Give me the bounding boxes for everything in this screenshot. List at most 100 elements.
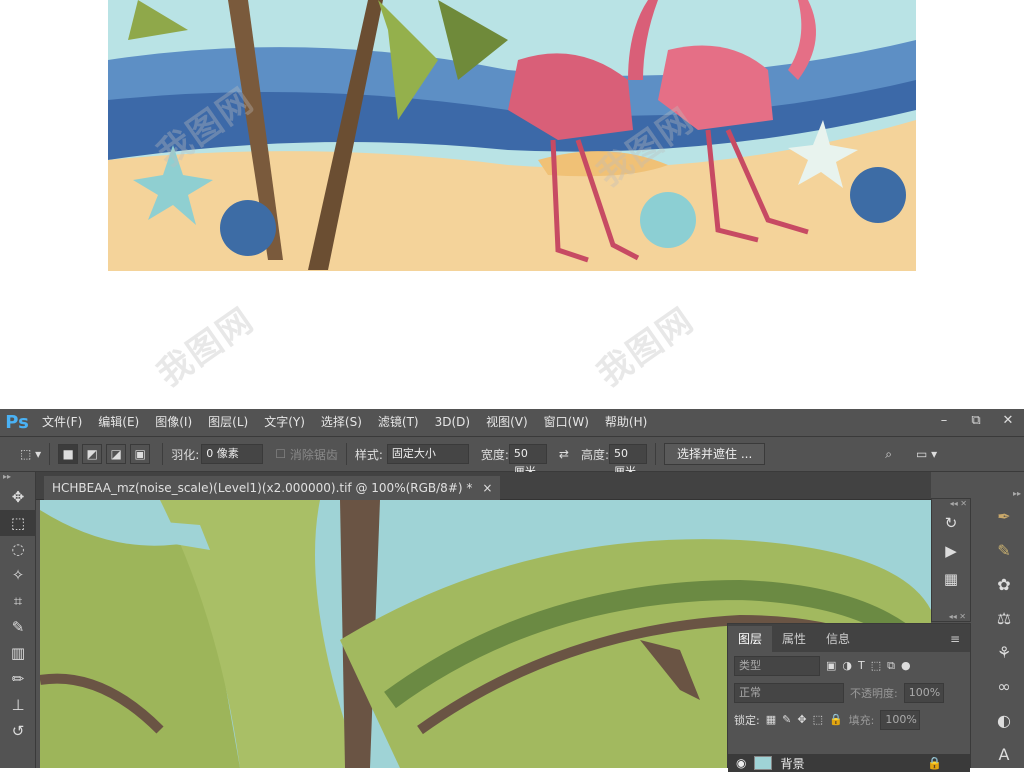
- palette-icon[interactable]: ✿: [984, 567, 1024, 601]
- layer-filter-select[interactable]: 类型: [734, 655, 820, 676]
- filter-shape-icon[interactable]: ⬚: [871, 659, 881, 672]
- height-label: 高度:: [580, 447, 610, 462]
- minimize-button[interactable]: –: [928, 409, 960, 431]
- opacity-label: 不透明度:: [850, 686, 898, 700]
- tab-info[interactable]: 信息: [816, 626, 860, 652]
- filter-pixel-icon[interactable]: ▣: [826, 659, 836, 672]
- fill-label: 填充:: [848, 713, 875, 727]
- lock-position-icon[interactable]: ✥: [797, 713, 806, 726]
- move-icon[interactable]: ✥: [0, 484, 36, 510]
- layers-panel: ◂◂ ✕ 图层 属性 信息 ≡ 类型 ▣ ◑ T ⬚ ⧉ ● 正常 不透明度: …: [727, 612, 971, 772]
- marquee-icon[interactable]: ⬚: [0, 510, 36, 536]
- feather-input[interactable]: 0 像素: [201, 444, 264, 464]
- panel-grip-icon[interactable]: ▸▸: [0, 472, 35, 484]
- menu-filter[interactable]: 滤镜(T): [370, 409, 427, 436]
- panel-menu-icon[interactable]: ≡: [940, 626, 970, 652]
- antialias-label: 消除锯齿: [289, 447, 338, 462]
- lock-transparent-icon[interactable]: ▦: [766, 713, 776, 726]
- adjust-icon[interactable]: ⚖: [984, 601, 1024, 635]
- tab-layers[interactable]: 图层: [728, 626, 773, 652]
- healing-brush-icon[interactable]: ▥: [0, 640, 36, 666]
- add-selection-icon[interactable]: ◩: [82, 444, 103, 464]
- adjust-circle-icon[interactable]: ◐: [984, 703, 1024, 737]
- tab-properties[interactable]: 属性: [772, 626, 816, 652]
- filter-adjust-icon[interactable]: ◑: [842, 659, 852, 672]
- restore-button[interactable]: ⧉: [960, 409, 992, 431]
- blend-mode-select[interactable]: 正常: [734, 682, 844, 703]
- width-label: 宽度:: [480, 447, 509, 462]
- close-window-button[interactable]: ✕: [992, 409, 1024, 431]
- layers-panel-close-icon[interactable]: ◂◂ ✕: [949, 612, 966, 621]
- style-label: 样式:: [354, 447, 383, 462]
- menu-layer[interactable]: 图层(L): [200, 409, 256, 436]
- grid-icon[interactable]: ▦: [932, 565, 970, 593]
- menu-file[interactable]: 文件(F): [34, 409, 90, 436]
- lock-row: 锁定: ▦ ✎ ✥ ⬚ 🔒 填充: 100%: [728, 706, 970, 733]
- menu-3d[interactable]: 3D(D): [427, 409, 478, 436]
- panel-collapse-icon[interactable]: ◂◂ ✕: [932, 499, 970, 509]
- select-and-mask-button[interactable]: 选择并遮住 ...: [664, 443, 766, 465]
- style-select[interactable]: 固定大小: [386, 444, 469, 464]
- menu-type[interactable]: 文字(Y): [256, 409, 313, 436]
- cc-libraries-icon[interactable]: ∞: [984, 669, 1024, 703]
- history-icon[interactable]: ↻: [932, 509, 970, 537]
- lock-paint-icon[interactable]: ✎: [782, 713, 791, 726]
- menu-bar: Ps 文件(F) 编辑(E) 图像(I) 图层(L) 文字(Y) 选择(S) 滤…: [0, 409, 1024, 436]
- filter-toggle-icon[interactable]: ●: [901, 659, 911, 672]
- menu-view[interactable]: 视图(V): [478, 409, 536, 436]
- lasso-icon[interactable]: ◌: [0, 536, 36, 562]
- filter-text-icon[interactable]: T: [858, 659, 865, 672]
- width-input[interactable]: 50 厘米: [508, 444, 547, 478]
- options-bar: ⬚ ▾ ■ ◩ ◪ ▣ 羽化: 0 像素 ☐ 消除锯齿 样式: 固定大小 宽度:…: [0, 436, 1024, 478]
- brush-preset-icon[interactable]: ✒: [984, 499, 1024, 533]
- paint-icon[interactable]: ✎: [984, 533, 1024, 567]
- swap-dimensions-icon[interactable]: ⇄: [559, 447, 569, 461]
- layers-panel-tabs: 图层 属性 信息 ≡: [728, 624, 970, 652]
- photoshop-window: Ps 文件(F) 编辑(E) 图像(I) 图层(L) 文字(Y) 选择(S) 滤…: [0, 409, 1024, 772]
- lock-label: 锁定:: [734, 713, 760, 727]
- document-tab-title: HCHBEAA_mz(noise_scale)(Level1)(x2.00000…: [52, 481, 473, 495]
- watermark: 我图网: [150, 300, 262, 395]
- workspace-icon[interactable]: ▭ ▾: [916, 447, 937, 461]
- text-icon[interactable]: A: [984, 737, 1024, 771]
- menu-window[interactable]: 窗口(W): [536, 409, 597, 436]
- opacity-input[interactable]: 100%: [903, 682, 944, 703]
- search-icon[interactable]: ⌕: [885, 447, 892, 462]
- document-tab-strip: HCHBEAA_mz(noise_scale)(Level1)(x2.00000…: [36, 472, 931, 500]
- layer-name: 背景: [780, 756, 805, 771]
- history-brush-icon[interactable]: ↺: [0, 718, 36, 744]
- magic-wand-icon[interactable]: ✧: [0, 562, 36, 588]
- filter-smart-icon[interactable]: ⧉: [887, 659, 895, 673]
- document-tab[interactable]: HCHBEAA_mz(noise_scale)(Level1)(x2.00000…: [44, 476, 501, 500]
- new-selection-icon[interactable]: ■: [58, 444, 79, 464]
- menu-select[interactable]: 选择(S): [313, 409, 370, 436]
- menu-image[interactable]: 图像(I): [147, 409, 200, 436]
- play-icon[interactable]: ▶: [932, 537, 970, 565]
- feather-label: 羽化:: [171, 447, 200, 462]
- crop-icon[interactable]: ⌗: [0, 588, 36, 614]
- lock-all-icon[interactable]: 🔒: [829, 713, 843, 726]
- right-dock: ▸▸ ✒ ✎ ✿ ⚖ ⚘ ∞ ◐ A: [984, 489, 1024, 768]
- styles-icon[interactable]: ⚘: [984, 635, 1024, 669]
- subtract-selection-icon[interactable]: ◪: [106, 444, 127, 464]
- intersect-selection-icon[interactable]: ▣: [130, 444, 151, 464]
- watermark: 我图网: [590, 300, 702, 395]
- lock-artboard-icon[interactable]: ⬚: [813, 713, 823, 726]
- fill-input[interactable]: 100%: [880, 709, 921, 730]
- antialias-checkbox[interactable]: ☐: [275, 447, 290, 461]
- blend-row: 正常 不透明度: 100%: [728, 679, 970, 706]
- close-tab-icon[interactable]: ×: [482, 476, 492, 500]
- eyedropper-icon[interactable]: ✎: [0, 614, 36, 640]
- dock-grip-icon[interactable]: ▸▸: [984, 489, 1024, 499]
- tools-panel: ▸▸ ✥ ⬚ ◌ ✧ ⌗ ✎ ▥ ✏ ⊥ ↺: [0, 472, 36, 768]
- marquee-preset-icon[interactable]: ⬚ ▾: [20, 447, 41, 461]
- brush-icon[interactable]: ✏: [0, 666, 36, 692]
- layer-row[interactable]: ◉ 背景 🔒: [728, 754, 970, 772]
- menu-help[interactable]: 帮助(H): [597, 409, 655, 436]
- app-logo: Ps: [5, 412, 29, 433]
- menu-edit[interactable]: 编辑(E): [90, 409, 147, 436]
- stamp-icon[interactable]: ⊥: [0, 692, 36, 718]
- height-input[interactable]: 50 厘米: [609, 444, 648, 478]
- window-controls: – ⧉ ✕: [928, 409, 1024, 431]
- layer-filter-row: 类型 ▣ ◑ T ⬚ ⧉ ●: [728, 652, 970, 679]
